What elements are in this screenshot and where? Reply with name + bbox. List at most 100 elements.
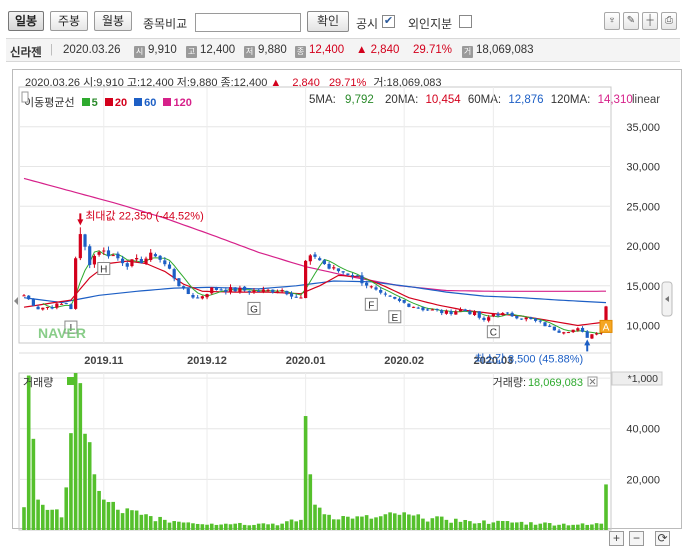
volume-bar bbox=[172, 521, 176, 530]
volume-bar bbox=[378, 516, 383, 530]
volume-bar bbox=[529, 522, 533, 530]
volume-bar bbox=[289, 519, 294, 530]
price-tick-label: 25,000 bbox=[626, 201, 660, 213]
volume-bar bbox=[238, 522, 242, 530]
candle-body bbox=[172, 269, 176, 279]
candle-body bbox=[416, 307, 420, 309]
candle-body bbox=[585, 331, 589, 338]
candle-body bbox=[27, 295, 31, 300]
volume-bar bbox=[158, 516, 162, 530]
volume-bar bbox=[491, 522, 496, 530]
max-value-annotation: 최대값 22,350 (-44.52%) bbox=[85, 209, 203, 222]
candle-body bbox=[538, 320, 542, 322]
volume-bar bbox=[519, 521, 524, 530]
candle-body bbox=[111, 255, 115, 257]
candle-body bbox=[543, 322, 547, 327]
volume-bar bbox=[261, 523, 266, 530]
candle-body bbox=[580, 327, 585, 332]
volume-bar bbox=[547, 523, 552, 530]
price-tick-label: 15,000 bbox=[626, 281, 660, 293]
candle-body bbox=[55, 303, 59, 308]
candle-body bbox=[261, 289, 265, 292]
volume-bar bbox=[214, 524, 219, 530]
candle-body bbox=[557, 330, 561, 333]
volume-bar bbox=[116, 509, 120, 530]
volume-bar bbox=[336, 519, 341, 530]
candle-body bbox=[411, 306, 416, 308]
candle-body bbox=[365, 282, 369, 286]
event-marker-letter: A bbox=[603, 322, 610, 333]
candle-body bbox=[163, 260, 167, 265]
volume-bar bbox=[421, 518, 425, 530]
left-scroll-icon bbox=[14, 297, 18, 305]
volume-bar bbox=[73, 373, 78, 530]
candle-body bbox=[510, 312, 514, 317]
candle-body bbox=[524, 317, 528, 320]
zoom-out-button[interactable]: − bbox=[629, 531, 644, 546]
volume-bar bbox=[524, 524, 529, 530]
volume-bar bbox=[125, 508, 130, 530]
price-tick-label: 10,000 bbox=[626, 321, 660, 333]
volume-bar bbox=[139, 514, 144, 530]
candle-body bbox=[22, 295, 26, 297]
zoom-in-button[interactable]: + bbox=[609, 531, 624, 546]
candle-body bbox=[552, 326, 556, 331]
candle-body bbox=[571, 329, 575, 333]
candle-body bbox=[88, 246, 92, 265]
volume-bar bbox=[275, 525, 280, 530]
date-tick-label: 2020.02 bbox=[384, 355, 424, 367]
candle-body bbox=[304, 260, 308, 299]
candle-body bbox=[167, 264, 172, 269]
candle-body bbox=[449, 311, 453, 315]
candle-body bbox=[83, 234, 87, 247]
volume-unit-label: *1,000 bbox=[628, 373, 659, 385]
candle-body bbox=[153, 254, 158, 257]
candle-body bbox=[562, 332, 566, 334]
candle-body bbox=[463, 309, 467, 312]
candle-body bbox=[78, 234, 82, 259]
candle-body bbox=[346, 273, 350, 275]
volume-bar bbox=[31, 438, 36, 530]
volume-bar bbox=[346, 516, 350, 530]
volume-bar bbox=[111, 501, 115, 530]
candle-body bbox=[322, 260, 326, 265]
candle-body bbox=[576, 328, 580, 331]
volume-bar bbox=[26, 375, 31, 530]
volume-bar bbox=[458, 521, 463, 530]
candle-body bbox=[280, 290, 284, 292]
price-volume-chart: 10,000 15,000 20,000 25,000 30,000 35,000 20,0… bbox=[14, 86, 673, 531]
volume-tick-label: 20,000 bbox=[626, 474, 660, 486]
volume-bar bbox=[106, 502, 111, 530]
candle-body bbox=[45, 306, 50, 308]
volume-bar bbox=[411, 515, 416, 530]
candle-body bbox=[219, 289, 223, 291]
price-tick-label: 20,000 bbox=[626, 241, 660, 253]
candle-body bbox=[350, 275, 355, 277]
candle-body bbox=[393, 296, 397, 299]
candle-body bbox=[31, 298, 35, 306]
candle-body bbox=[74, 258, 78, 309]
volume-bar bbox=[561, 523, 566, 530]
refresh-button[interactable]: ⟳ bbox=[655, 531, 670, 546]
volume-bar bbox=[538, 523, 543, 530]
volume-tick-label: 40,000 bbox=[626, 424, 660, 436]
candle-body bbox=[130, 259, 134, 267]
volume-bar bbox=[299, 519, 303, 530]
candle-body bbox=[50, 307, 54, 309]
volume-bar bbox=[331, 519, 336, 530]
volume-bar bbox=[22, 507, 26, 530]
candle-body bbox=[289, 293, 294, 297]
candle-body bbox=[332, 267, 336, 269]
volume-bar bbox=[134, 510, 139, 530]
candle-body bbox=[102, 250, 106, 252]
volume-bar bbox=[50, 509, 54, 530]
volume-bar bbox=[177, 521, 181, 530]
volume-bar bbox=[392, 513, 397, 530]
candle-body bbox=[388, 295, 392, 297]
price-tick-label: 30,000 bbox=[626, 162, 660, 174]
volume-readout-label: 거래량: bbox=[493, 376, 526, 389]
volume-bar bbox=[510, 522, 514, 530]
candle-body bbox=[181, 286, 186, 289]
volume-bar bbox=[219, 524, 223, 530]
volume-bar bbox=[148, 516, 153, 530]
